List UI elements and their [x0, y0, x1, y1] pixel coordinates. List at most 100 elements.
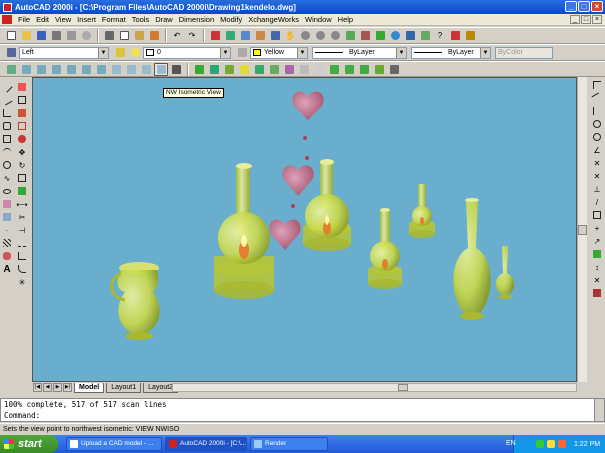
dim-update-icon[interactable]: ↕ — [591, 261, 603, 273]
hyperlink-icon[interactable] — [223, 29, 237, 42]
print-preview-icon[interactable] — [64, 29, 78, 42]
publish-icon[interactable] — [448, 29, 462, 42]
clock[interactable]: 1:22 PM — [574, 441, 600, 448]
spline-icon[interactable]: ∿ — [1, 172, 13, 184]
ordinate-dim-icon[interactable] — [591, 105, 603, 117]
command-prompt[interactable]: Command: — [4, 410, 604, 421]
point-icon[interactable]: · — [1, 224, 13, 236]
horizontal-scrollbar[interactable] — [172, 383, 577, 392]
tolerance-icon[interactable] — [591, 209, 603, 221]
aligned-dim-icon[interactable] — [591, 92, 603, 104]
zoom-window-icon[interactable] — [313, 29, 327, 42]
volume-icon[interactable] — [547, 440, 555, 448]
tab-layout1[interactable]: Layout1 — [106, 382, 142, 393]
polygon-icon[interactable] — [1, 120, 13, 132]
color-combo[interactable]: Yellow ▼ — [250, 46, 308, 59]
quick-dim-icon[interactable]: ✕ — [591, 157, 603, 169]
print-icon[interactable] — [49, 29, 63, 42]
materials-library-icon[interactable] — [267, 63, 281, 76]
menu-window[interactable]: Window — [302, 15, 335, 24]
help-icon[interactable]: ? — [433, 29, 447, 42]
landscape-library-icon[interactable] — [357, 63, 371, 76]
diameter-dim-icon[interactable] — [591, 131, 603, 143]
redo-icon[interactable]: ↷ — [185, 29, 199, 42]
ucs-toolbar-icon[interactable] — [4, 46, 18, 59]
bottom-view-icon[interactable] — [34, 63, 48, 76]
landscape-edit-icon[interactable] — [342, 63, 356, 76]
circle-icon[interactable] — [1, 159, 13, 171]
move-icon[interactable]: ✥ — [16, 146, 28, 158]
rotate-icon[interactable]: ↻ — [16, 159, 28, 171]
save-icon[interactable] — [34, 29, 48, 42]
camera-icon[interactable] — [169, 63, 183, 76]
make-current-layer-icon[interactable] — [235, 46, 249, 59]
chevron-down-icon[interactable]: ▼ — [480, 47, 490, 58]
break-icon[interactable] — [16, 237, 28, 249]
fog-icon[interactable] — [312, 63, 326, 76]
render-icon[interactable] — [373, 29, 387, 42]
scrollbar-thumb[interactable] — [398, 384, 408, 391]
lights-icon[interactable] — [237, 63, 251, 76]
rectangle-icon[interactable] — [1, 133, 13, 145]
today-icon[interactable] — [403, 29, 417, 42]
extend-icon[interactable]: ⊣ — [16, 224, 28, 236]
taskbar-item-upload[interactable]: Upload a CAD model - ... — [66, 437, 162, 451]
menu-modify[interactable]: Modify — [217, 15, 245, 24]
maximize-button[interactable]: □ — [578, 1, 590, 12]
dim-override-icon[interactable] — [591, 287, 603, 299]
materials-icon[interactable] — [252, 63, 266, 76]
layer-combo[interactable]: 0 ▼ — [143, 46, 231, 59]
hide-icon[interactable] — [192, 63, 206, 76]
doc-close-button[interactable]: × — [592, 15, 602, 24]
menu-dimension[interactable]: Dimension — [176, 15, 217, 24]
sw-iso-view-icon[interactable] — [109, 63, 123, 76]
landscape-new-icon[interactable] — [327, 63, 341, 76]
language-indicator[interactable]: EN — [506, 440, 516, 447]
minimize-button[interactable]: _ — [565, 1, 577, 12]
menu-tools[interactable]: Tools — [129, 15, 153, 24]
mapping-icon[interactable] — [282, 63, 296, 76]
dim-style-icon[interactable]: ✕ — [591, 274, 603, 286]
nw-iso-view-icon[interactable] — [154, 62, 168, 76]
back-view-icon[interactable] — [94, 63, 108, 76]
radius-dim-icon[interactable] — [591, 118, 603, 130]
menu-file[interactable]: File — [15, 15, 33, 24]
statistics-icon[interactable] — [387, 63, 401, 76]
zoom-previous-icon[interactable] — [328, 29, 342, 42]
named-views-icon[interactable] — [268, 29, 282, 42]
chevron-down-icon[interactable]: ▼ — [396, 47, 406, 58]
region-icon[interactable] — [1, 250, 13, 262]
tracking-icon[interactable] — [238, 29, 252, 42]
dim-edit-icon[interactable]: ↗ — [591, 235, 603, 247]
line-icon[interactable] — [1, 81, 13, 93]
scenes-icon[interactable] — [222, 63, 236, 76]
tab-model[interactable]: Model — [74, 382, 105, 393]
copy-object-icon[interactable] — [16, 94, 28, 106]
trim-icon[interactable]: ✂ — [16, 211, 28, 223]
cut-icon[interactable] — [102, 29, 116, 42]
view-combo[interactable]: Left ▼ — [19, 46, 109, 59]
continue-dim-icon[interactable]: ⊥ — [591, 183, 603, 195]
hatch-icon[interactable] — [1, 237, 13, 249]
menu-edit[interactable]: Edit — [33, 15, 52, 24]
taskbar-item-autocad[interactable]: AutoCAD 2000i - [C:\... — [165, 437, 247, 451]
find-icon[interactable] — [79, 29, 93, 42]
arc-icon[interactable] — [1, 146, 13, 158]
top-view-icon[interactable] — [19, 63, 33, 76]
menu-insert[interactable]: Insert — [74, 15, 99, 24]
lineweight-combo[interactable]: ByLayer ▼ — [411, 46, 491, 59]
undo-icon[interactable]: ↶ — [170, 29, 184, 42]
doc-minimize-button[interactable]: _ — [570, 15, 580, 24]
offset-icon[interactable] — [16, 120, 28, 132]
construction-line-icon[interactable] — [1, 94, 13, 106]
menu-draw[interactable]: Draw — [152, 15, 176, 24]
start-button[interactable]: start — [0, 435, 58, 453]
prev-tab-button[interactable]: ◀ — [43, 383, 52, 392]
last-tab-button[interactable]: ▶| — [63, 383, 72, 392]
fillet-icon[interactable] — [16, 263, 28, 275]
command-scrollbar[interactable] — [594, 399, 604, 421]
taskbar-item-render[interactable]: Render — [250, 437, 328, 451]
scale-icon[interactable] — [16, 172, 28, 184]
layers-icon[interactable] — [113, 46, 127, 59]
first-tab-button[interactable]: |◀ — [33, 383, 42, 392]
